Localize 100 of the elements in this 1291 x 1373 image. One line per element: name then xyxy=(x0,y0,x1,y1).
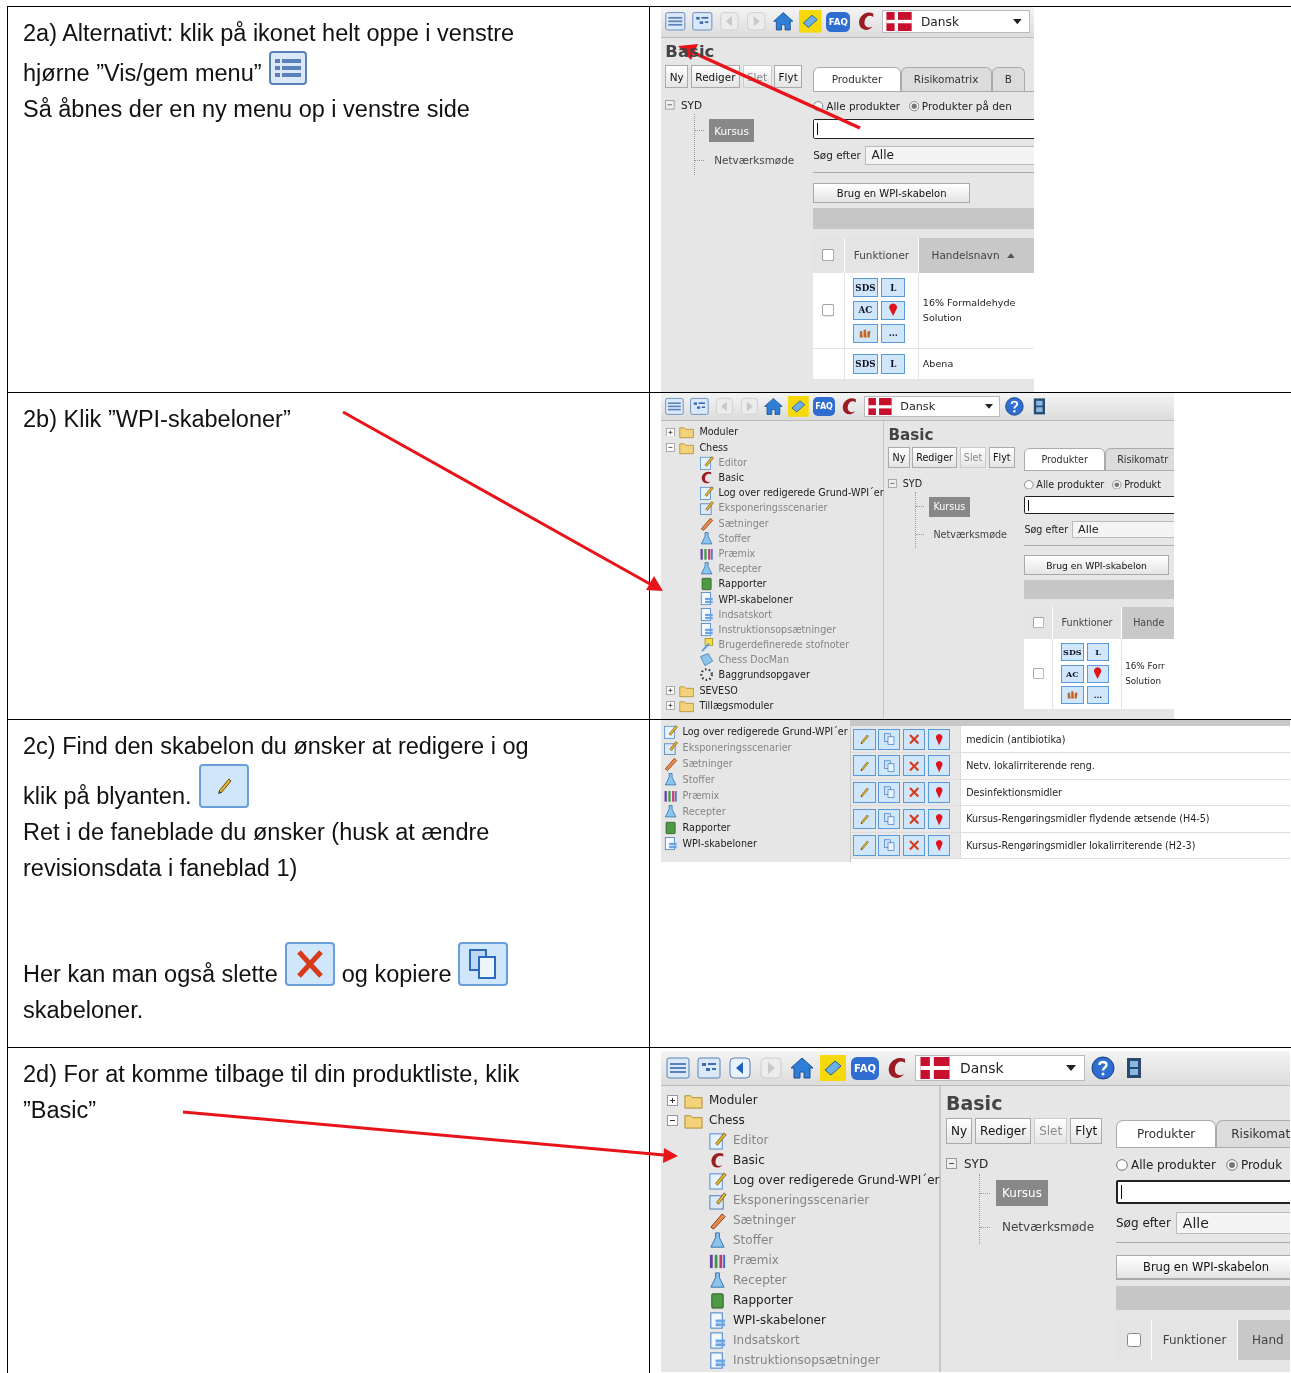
function-button[interactable] xyxy=(1086,664,1110,683)
tab[interactable]: Risikomatr xyxy=(1104,448,1174,470)
tree-item[interactable]: Rapporter xyxy=(682,821,731,833)
tree-node[interactable]: Kursus xyxy=(928,496,971,518)
edit-button[interactable] xyxy=(853,755,876,777)
toolbar-button[interactable]: Rediger xyxy=(690,65,740,89)
delete-button[interactable] xyxy=(902,781,926,803)
back-icon[interactable] xyxy=(727,1055,753,1081)
toolbar-button[interactable]: Ny xyxy=(888,446,910,468)
function-button[interactable]: L xyxy=(881,354,906,374)
column-header[interactable]: Funktioner xyxy=(1152,1320,1238,1360)
edit-button[interactable] xyxy=(853,808,876,830)
function-button[interactable] xyxy=(881,300,906,321)
copy-button[interactable] xyxy=(877,808,901,830)
toolbar-button[interactable]: Rediger xyxy=(975,1118,1032,1144)
column-header[interactable]: Funktioner xyxy=(844,237,920,273)
tree-item[interactable]: Basic xyxy=(718,472,744,484)
toolbar-button[interactable]: Rediger xyxy=(912,446,958,468)
delete-button[interactable] xyxy=(902,755,926,777)
tab[interactable]: Produkter xyxy=(1024,448,1105,470)
eraser-icon[interactable] xyxy=(788,396,809,417)
tree-item[interactable]: Log over redigerede Grund-WPI´er xyxy=(682,725,848,737)
tree-item[interactable]: Log over redigerede Grund-WPI´er xyxy=(733,1173,940,1187)
toolbar-button[interactable]: Ny xyxy=(946,1118,973,1144)
tab[interactable]: Produkter xyxy=(1116,1120,1217,1147)
copy-button[interactable] xyxy=(877,755,901,777)
menu-icon[interactable] xyxy=(664,396,685,417)
delete-button[interactable] xyxy=(902,728,926,750)
function-button[interactable]: SDS xyxy=(853,277,878,298)
radio-button[interactable]: Alle produkter xyxy=(1116,1158,1216,1172)
radio-button[interactable]: Alle produkter xyxy=(1024,478,1105,490)
faq-button[interactable]: FAQ xyxy=(851,1056,879,1080)
radio-button[interactable]: Produk xyxy=(1225,1158,1283,1172)
tree-item[interactable]: WPI-skabeloner xyxy=(682,837,757,849)
checkbox[interactable] xyxy=(1032,668,1044,680)
tree-item[interactable]: Basic xyxy=(733,1153,765,1167)
menu-icon[interactable] xyxy=(664,10,688,34)
tree-item[interactable]: Moduler xyxy=(709,1093,758,1107)
function-button[interactable]: ... xyxy=(881,323,906,343)
tab[interactable]: B xyxy=(991,67,1026,91)
language-select[interactable]: Dansk xyxy=(914,1055,1085,1081)
edit-button[interactable] xyxy=(853,781,876,803)
tree-node[interactable]: Kursus xyxy=(708,119,755,142)
language-select[interactable]: Dansk xyxy=(864,396,1001,417)
eraser-icon[interactable] xyxy=(820,1055,846,1081)
tab[interactable]: Produkter xyxy=(813,67,901,91)
tree-item[interactable]: Rapporter xyxy=(733,1293,793,1307)
tree-node[interactable]: Netværksmøde xyxy=(708,149,800,172)
expand-icon[interactable] xyxy=(667,1094,678,1106)
tree-view-icon[interactable] xyxy=(696,1055,722,1081)
home-icon[interactable] xyxy=(772,10,795,34)
radio-button[interactable]: Produkter på den xyxy=(908,100,1012,113)
function-button[interactable]: SDS xyxy=(853,354,878,374)
faq-button[interactable]: FAQ xyxy=(826,11,851,32)
column-header[interactable]: Hand xyxy=(1238,1320,1290,1360)
edit-button[interactable] xyxy=(853,728,876,750)
function-button[interactable]: AC xyxy=(1061,664,1084,683)
template-button[interactable]: Brug en WPI-skabelon xyxy=(1116,1255,1290,1280)
tree-item[interactable]: Chess xyxy=(699,441,729,453)
language-select[interactable]: Dansk xyxy=(881,10,1030,34)
tree-item[interactable]: Chess xyxy=(709,1113,745,1127)
location-button[interactable] xyxy=(927,755,950,777)
column-header[interactable]: Hande xyxy=(1121,606,1174,639)
function-button[interactable]: L xyxy=(1086,643,1110,662)
home-icon[interactable] xyxy=(789,1055,815,1081)
tree-view-icon[interactable] xyxy=(691,10,715,34)
tree-item[interactable]: Rapporter xyxy=(718,578,767,590)
location-button[interactable] xyxy=(927,728,950,750)
checkbox[interactable] xyxy=(822,249,835,262)
tree-node[interactable]: Netværksmøde xyxy=(996,1214,1101,1240)
template-button[interactable]: Brug en WPI-skabelon xyxy=(813,183,971,204)
tree-node[interactable]: SYD xyxy=(681,99,703,112)
filter-select[interactable]: Alle xyxy=(1175,1212,1290,1234)
eraser-icon[interactable] xyxy=(799,10,822,34)
checkbox[interactable] xyxy=(822,304,835,317)
delete-button[interactable] xyxy=(902,808,926,830)
delete-button[interactable] xyxy=(902,835,926,856)
tree-item[interactable]: WPI-skabeloner xyxy=(733,1313,826,1327)
menu-icon[interactable] xyxy=(665,1055,691,1081)
collapse-icon[interactable] xyxy=(946,1158,960,1170)
filter-select[interactable]: Alle xyxy=(865,145,1035,165)
template-button[interactable]: Brug en WPI-skabelon xyxy=(1024,555,1169,575)
copy-button[interactable] xyxy=(877,781,901,803)
toolbar-button[interactable]: Flyt xyxy=(988,446,1015,468)
toolbar-button[interactable]: Ny xyxy=(665,65,689,89)
checkbox[interactable] xyxy=(1126,1333,1141,1347)
filter-select[interactable]: Alle xyxy=(1072,520,1174,539)
tree-node[interactable]: Kursus xyxy=(996,1180,1048,1206)
radio-button[interactable]: Produkt xyxy=(1112,478,1161,490)
help-icon[interactable] xyxy=(1089,1055,1116,1081)
function-button[interactable]: AC xyxy=(853,300,878,321)
radio-button[interactable]: Alle produkter xyxy=(813,100,901,113)
tree-item[interactable]: WPI-skabeloner xyxy=(718,593,793,605)
toolbar-button[interactable]: Flyt xyxy=(1070,1118,1103,1144)
copy-button[interactable] xyxy=(877,835,901,856)
expand-icon[interactable] xyxy=(665,700,675,710)
checkbox[interactable] xyxy=(1032,617,1044,629)
tree-node[interactable]: SYD xyxy=(902,478,923,490)
tree-node[interactable]: SYD xyxy=(964,1157,989,1171)
tree-item[interactable]: Log over redigerede Grund-WPI´er xyxy=(718,487,884,499)
